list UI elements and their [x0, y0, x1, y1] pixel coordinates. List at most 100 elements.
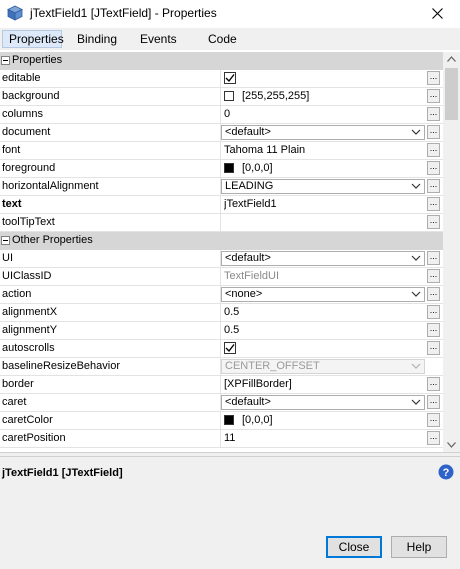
chevron-down-icon	[411, 289, 421, 299]
help-icon[interactable]: ?	[438, 464, 454, 480]
property-dropdown[interactable]: LEADING	[221, 179, 425, 194]
property-name: UI	[2, 252, 13, 264]
app-icon	[7, 5, 23, 21]
customize-button[interactable]: ...	[427, 251, 440, 265]
customize-button[interactable]: ...	[427, 413, 440, 427]
property-dropdown[interactable]: <default>	[221, 395, 425, 410]
chevron-down-icon	[411, 397, 421, 407]
window-title: jTextField1 [JTextField] - Properties	[30, 6, 217, 20]
help-button[interactable]: Help	[391, 536, 447, 558]
customize-button[interactable]: ...	[427, 179, 440, 193]
collapse-toggle[interactable]	[1, 236, 10, 245]
customize-button[interactable]: ...	[427, 377, 440, 391]
dropdown-value: <default>	[225, 396, 271, 408]
property-row: alignmentX 0.5...	[0, 304, 443, 322]
chevron-down-icon	[447, 442, 456, 448]
property-row: columns 0...	[0, 106, 443, 124]
customize-button[interactable]: ...	[427, 215, 440, 229]
property-name: toolTipText	[2, 216, 55, 228]
customize-button[interactable]: ...	[427, 143, 440, 157]
close-button[interactable]: Close	[326, 536, 382, 558]
property-name: alignmentX	[2, 306, 58, 318]
column-divider	[220, 304, 221, 322]
customize-button[interactable]: ...	[427, 107, 440, 121]
customize-button[interactable]: ...	[427, 71, 440, 85]
property-row: editable...	[0, 70, 443, 88]
property-value[interactable]: [255,255,255]	[242, 90, 309, 102]
customize-button[interactable]: ...	[427, 287, 440, 301]
vertical-scrollbar[interactable]	[443, 52, 460, 452]
tab-properties[interactable]: Properties	[2, 30, 64, 48]
customize-button[interactable]: ...	[427, 323, 440, 337]
property-dropdown[interactable]: <default>	[221, 125, 425, 140]
chevron-up-icon	[447, 56, 456, 62]
property-name: text	[2, 198, 22, 210]
property-name: action	[2, 288, 32, 300]
tab-binding[interactable]: Binding	[71, 30, 123, 48]
description-title: jTextField1 [JTextField]	[2, 467, 123, 479]
property-dropdown[interactable]: <none>	[221, 287, 425, 302]
chevron-down-icon	[411, 361, 421, 371]
customize-button[interactable]: ...	[427, 161, 440, 175]
column-divider	[220, 106, 221, 124]
property-value[interactable]: 0.5	[224, 324, 424, 336]
tab-code[interactable]: Code	[202, 30, 243, 48]
customize-button[interactable]: ...	[427, 395, 440, 409]
svg-text:?: ?	[443, 467, 450, 479]
property-value[interactable]: TextFieldUI	[224, 270, 424, 282]
property-name: editable	[2, 72, 41, 84]
property-row: action <none>...	[0, 286, 443, 304]
property-value[interactable]: 0.5	[224, 306, 424, 318]
property-row: border [XPFillBorder]...	[0, 376, 443, 394]
property-row: horizontalAlignment LEADING...	[0, 178, 443, 196]
property-value[interactable]: 0	[224, 108, 424, 120]
tab-events[interactable]: Events	[134, 30, 183, 48]
property-row: alignmentY 0.5...	[0, 322, 443, 340]
column-divider	[220, 70, 221, 88]
property-value[interactable]: jTextField1	[224, 198, 424, 210]
property-value[interactable]: 11	[224, 432, 424, 444]
color-swatch	[224, 91, 234, 101]
chevron-down-icon	[411, 127, 421, 137]
scroll-up-button[interactable]	[443, 52, 460, 66]
property-row: autoscrolls...	[0, 340, 443, 358]
customize-button[interactable]: ...	[427, 89, 440, 103]
title-bar: jTextField1 [JTextField] - Properties	[0, 0, 460, 26]
section-properties: Properties	[0, 52, 443, 70]
scroll-down-button[interactable]	[443, 438, 460, 452]
color-swatch	[224, 415, 234, 425]
property-name: background	[2, 90, 60, 102]
property-row: UIClassID TextFieldUI...	[0, 268, 443, 286]
scrollbar-thumb[interactable]	[445, 68, 458, 120]
property-value[interactable]: [0,0,0]	[242, 414, 273, 426]
customize-button[interactable]: ...	[427, 125, 440, 139]
customize-button[interactable]: ...	[427, 305, 440, 319]
dropdown-value: LEADING	[225, 180, 274, 192]
column-divider	[220, 88, 221, 106]
property-name: document	[2, 126, 51, 138]
column-divider	[220, 430, 221, 448]
property-row: background [255,255,255]...	[0, 88, 443, 106]
dropdown-value: CENTER_OFFSET	[225, 360, 320, 372]
customize-button[interactable]: ...	[427, 269, 440, 283]
close-window-button[interactable]	[414, 0, 460, 26]
customize-button[interactable]: ...	[427, 197, 440, 211]
property-checkbox[interactable]	[224, 72, 236, 84]
close-icon	[431, 7, 443, 19]
collapse-toggle[interactable]	[1, 56, 10, 65]
chevron-down-icon	[411, 181, 421, 191]
property-dropdown[interactable]: <default>	[221, 251, 425, 266]
property-value[interactable]: Tahoma 11 Plain	[224, 144, 424, 156]
property-name: baselineResizeBehavior	[2, 360, 121, 372]
property-name: border	[2, 378, 34, 390]
dropdown-value: <none>	[225, 288, 263, 300]
column-divider	[220, 214, 221, 232]
property-dropdown: CENTER_OFFSET	[221, 359, 425, 374]
property-value[interactable]: [0,0,0]	[242, 162, 273, 174]
customize-button[interactable]: ...	[427, 341, 440, 355]
property-checkbox[interactable]	[224, 342, 236, 354]
section-other-properties: Other Properties	[0, 232, 443, 250]
customize-button[interactable]: ...	[427, 431, 440, 445]
property-row: document <default>...	[0, 124, 443, 142]
property-value[interactable]: [XPFillBorder]	[224, 378, 424, 390]
